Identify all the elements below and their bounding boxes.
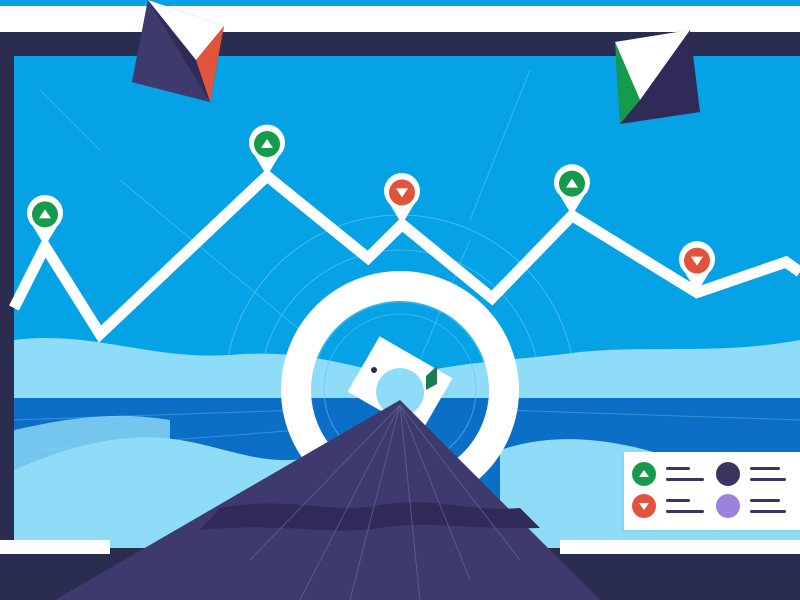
legend-line xyxy=(666,510,704,513)
legend-line xyxy=(666,499,690,502)
legend-dot-dark xyxy=(716,462,740,486)
legend-down-icon xyxy=(632,494,656,518)
legend-line xyxy=(750,499,780,502)
top-sky-strip xyxy=(0,0,800,6)
legend-card xyxy=(624,452,800,530)
legend-dot-light xyxy=(716,494,740,518)
small-dot xyxy=(371,367,377,373)
pyramid-icon-right xyxy=(615,30,700,124)
legend-line xyxy=(750,478,786,481)
bottom-strip-left xyxy=(0,540,110,554)
legend-line xyxy=(750,467,780,470)
legend-line xyxy=(750,510,786,513)
legend-line xyxy=(666,478,704,481)
legend-up-icon xyxy=(632,462,656,486)
bottom-strip-right xyxy=(560,540,800,554)
legend-line xyxy=(666,467,690,470)
